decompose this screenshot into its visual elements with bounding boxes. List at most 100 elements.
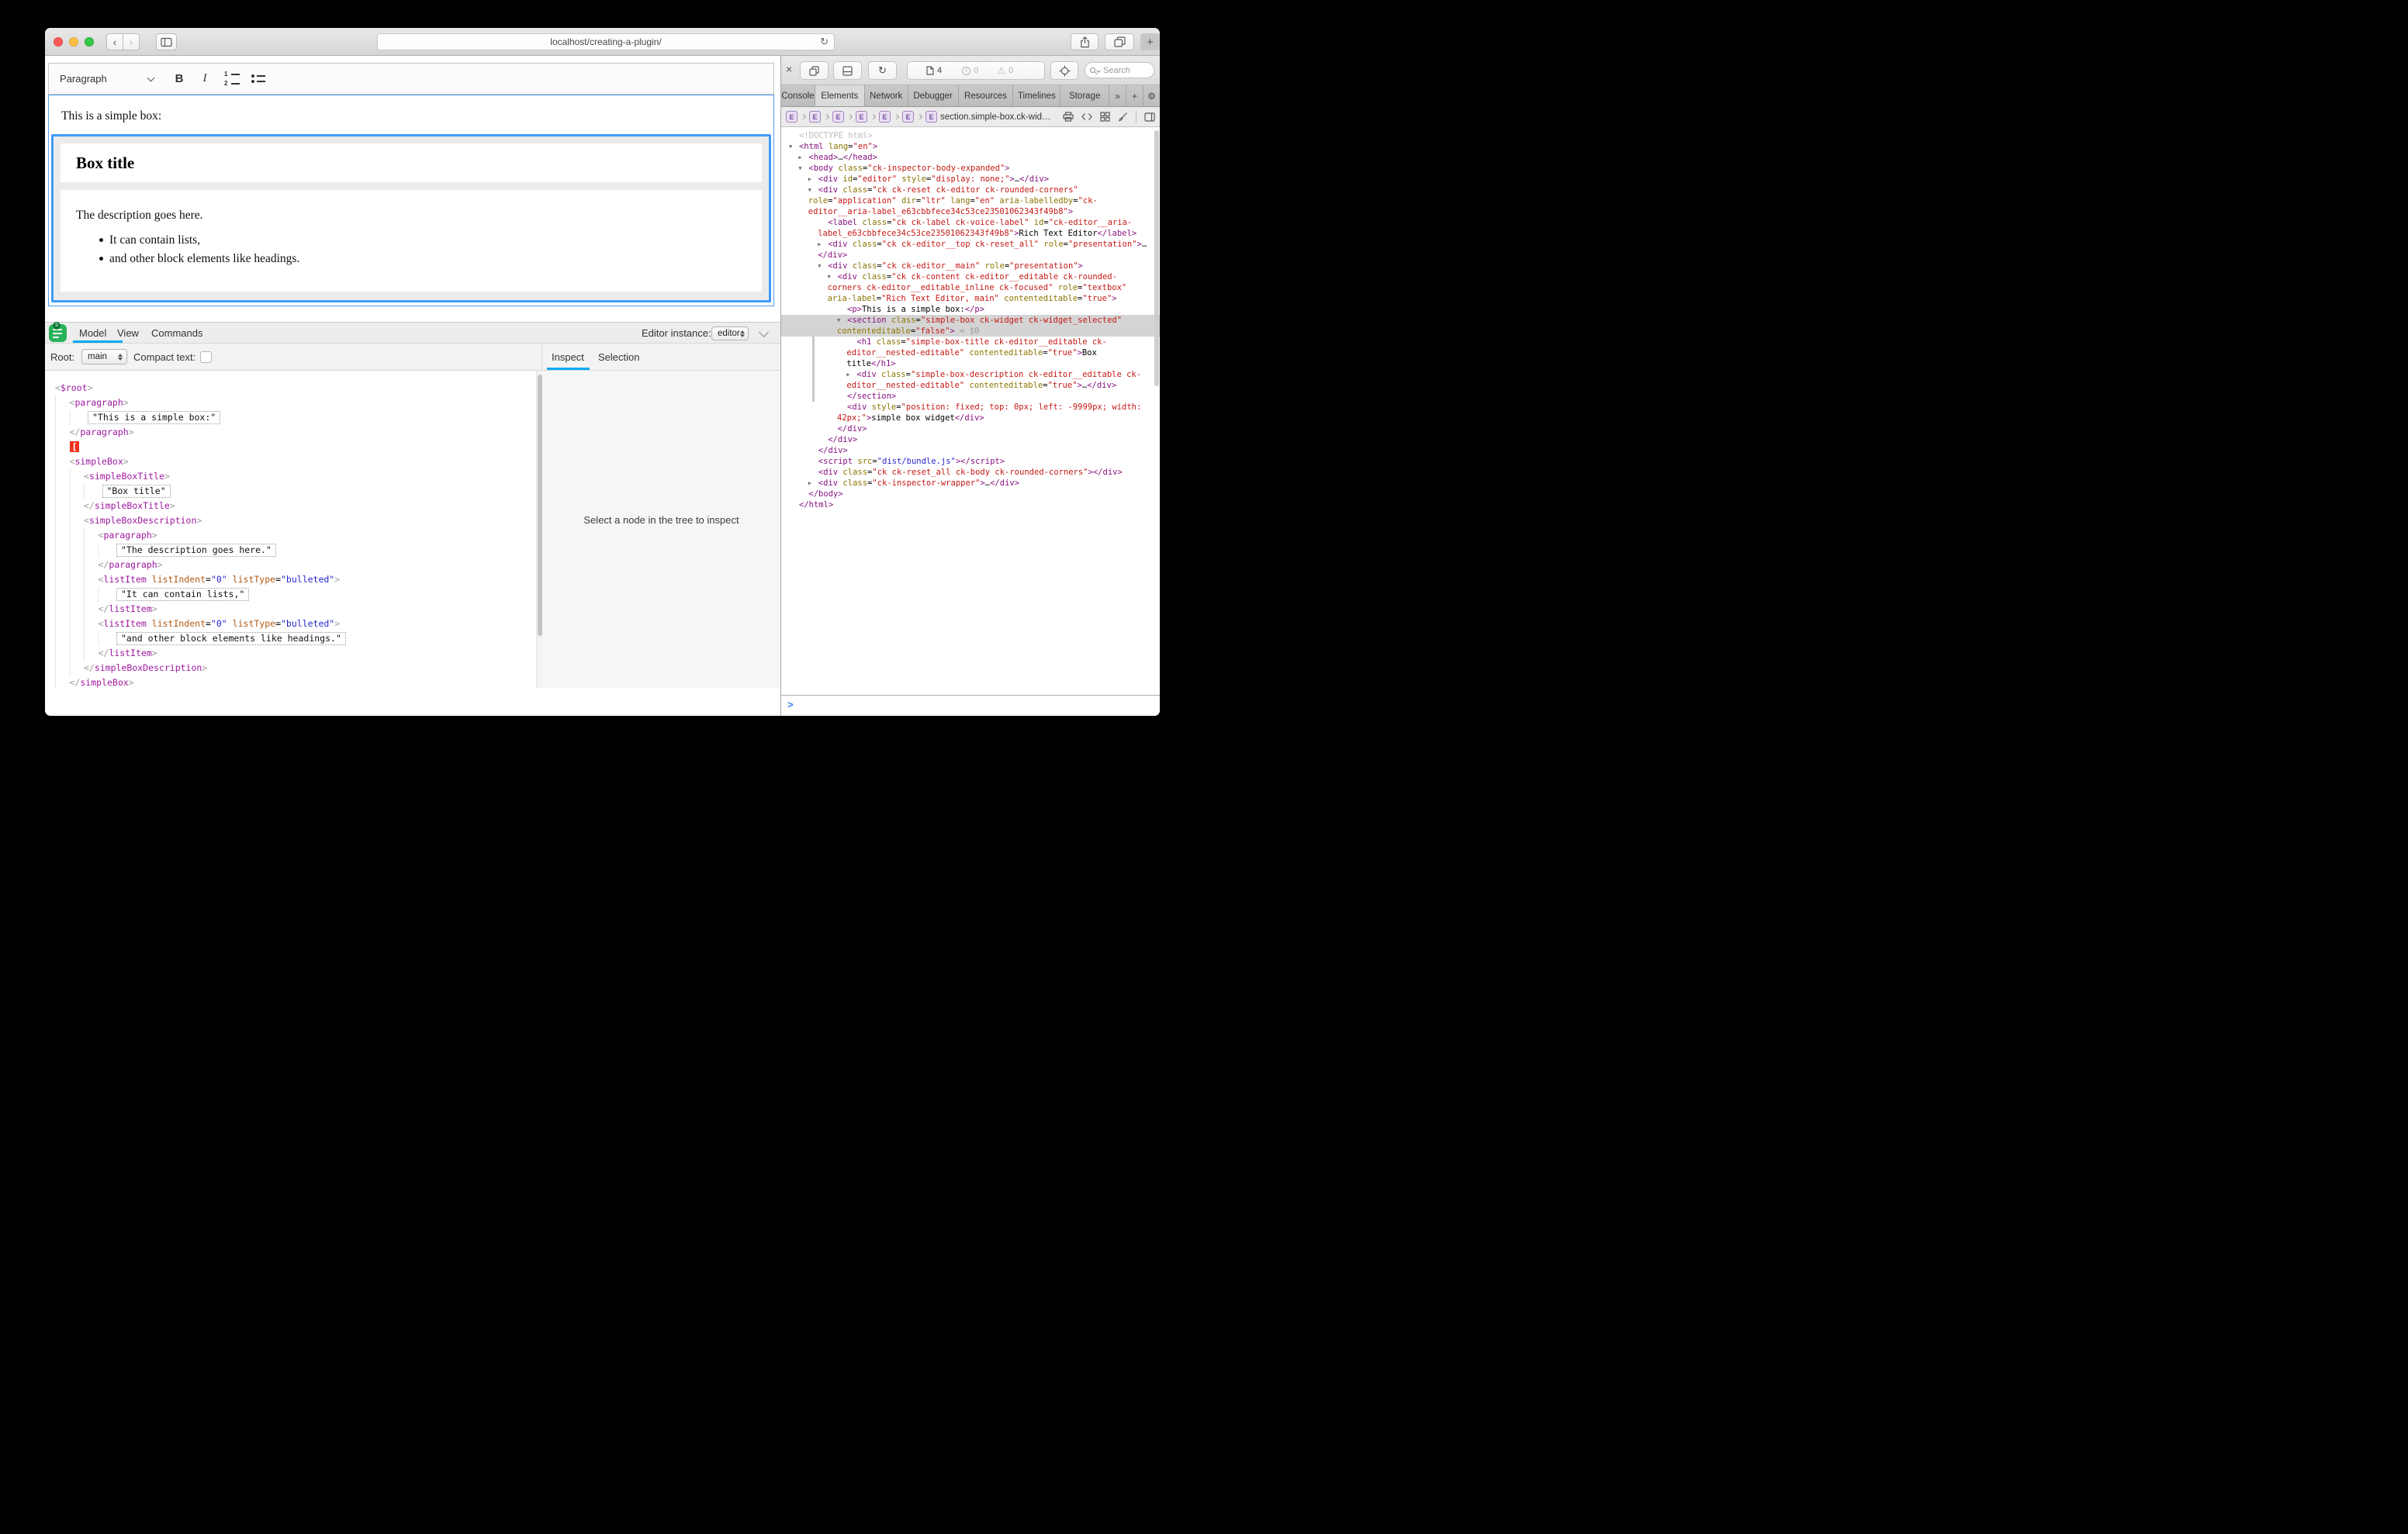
model-tree-row[interactable]: </paragraph> bbox=[45, 425, 536, 440]
grid-icon[interactable] bbox=[1100, 112, 1110, 122]
dom-tree-row[interactable]: ▼<body class="ck-inspector-body-expanded… bbox=[781, 163, 1160, 174]
model-tree-row[interactable]: </listItem> bbox=[45, 646, 536, 661]
list-item[interactable]: and other block elements like headings. bbox=[109, 252, 299, 266]
dom-tree-row[interactable]: </section> bbox=[781, 391, 1160, 402]
forward-button[interactable]: › bbox=[123, 33, 140, 50]
expanded-arrow-icon[interactable]: ▼ bbox=[798, 163, 808, 174]
numbered-list-button[interactable]: 1 2 bbox=[220, 64, 244, 94]
breadcrumb-element-badge[interactable]: E bbox=[809, 111, 821, 123]
tab-overview-button[interactable] bbox=[1105, 33, 1134, 50]
model-tree-row[interactable]: </simpleBox> bbox=[45, 675, 536, 688]
settings-button[interactable]: ⚙ bbox=[1143, 85, 1160, 106]
tab-elements[interactable]: Elements bbox=[815, 85, 865, 106]
simple-box-title-area[interactable]: Box title bbox=[61, 143, 762, 182]
dom-tree-row[interactable]: <div style="position: fixed; top: 0px; l… bbox=[781, 402, 1160, 423]
expanded-arrow-icon[interactable]: ▼ bbox=[818, 261, 828, 271]
simple-box-description-area[interactable]: The description goes here. It can contai… bbox=[61, 190, 762, 292]
expanded-arrow-icon[interactable]: ▼ bbox=[808, 185, 818, 195]
root-select[interactable]: main bbox=[81, 349, 127, 364]
model-tree-row[interactable]: </listItem> bbox=[45, 602, 536, 617]
tab-timelines[interactable]: Timelines bbox=[1013, 85, 1060, 106]
collapsed-arrow-icon[interactable]: ▶ bbox=[808, 478, 818, 489]
minimize-window-button[interactable] bbox=[69, 37, 78, 47]
model-tree-row[interactable]: <paragraph> bbox=[45, 528, 536, 543]
sidebar-toggle-button[interactable] bbox=[156, 33, 177, 50]
dom-tree-row[interactable]: ▶<div class="simple-box-description ck-e… bbox=[781, 369, 1160, 391]
detach-devtools-button[interactable] bbox=[800, 61, 829, 80]
description-paragraph[interactable]: The description goes here. bbox=[76, 209, 203, 223]
dom-tree-row[interactable]: </html> bbox=[781, 499, 1160, 510]
model-tree-scrollbar[interactable] bbox=[536, 371, 542, 688]
expanded-arrow-icon[interactable]: ▼ bbox=[828, 271, 838, 282]
compact-text-checkbox[interactable] bbox=[200, 351, 212, 363]
devtools-search-input[interactable]: Search bbox=[1085, 62, 1154, 78]
model-tree-row[interactable]: <simpleBoxDescription> bbox=[45, 513, 536, 528]
model-tree-row[interactable]: </simpleBoxDescription> bbox=[45, 661, 536, 675]
dom-tree-row[interactable]: ▼<html lang="en"> bbox=[781, 141, 1160, 152]
element-picker-button[interactable] bbox=[1050, 61, 1078, 80]
model-tree-row[interactable]: <simpleBox> bbox=[45, 454, 536, 469]
editor-instance-select[interactable]: editor bbox=[711, 326, 749, 340]
back-button[interactable]: ‹ bbox=[106, 33, 123, 50]
model-tree-row[interactable]: </paragraph> bbox=[45, 558, 536, 572]
tab-view[interactable]: View bbox=[117, 323, 139, 343]
dom-tree-row[interactable]: ▼<div class="ck ck-reset ck-editor ck-ro… bbox=[781, 185, 1160, 217]
more-tabs-button[interactable]: » bbox=[1109, 85, 1126, 106]
dom-tree-row[interactable]: <p>This is a simple box:</p> bbox=[781, 304, 1160, 315]
breadcrumb-current-label[interactable]: section.simple-box.ck-wid… bbox=[940, 112, 1051, 122]
model-tree-row[interactable]: <$root> bbox=[45, 381, 536, 396]
bulleted-list-button[interactable] bbox=[247, 64, 270, 94]
dom-tree-row[interactable]: ▶<head>…</head> bbox=[781, 152, 1160, 163]
model-tree-row[interactable]: "The description goes here." bbox=[45, 543, 536, 558]
dom-tree-row[interactable]: ▶<div class="ck-inspector-wrapper">…</di… bbox=[781, 478, 1160, 489]
tab-resources[interactable]: Resources bbox=[959, 85, 1014, 106]
dom-tree-row[interactable]: <h1 class="simple-box-title ck-editor__e… bbox=[781, 337, 1160, 369]
collapse-inspector-icon[interactable] bbox=[759, 327, 769, 337]
tab-commands[interactable]: Commands bbox=[151, 323, 202, 343]
collapsed-arrow-icon[interactable]: ▶ bbox=[808, 174, 818, 185]
collapsed-arrow-icon[interactable]: ▶ bbox=[818, 239, 828, 250]
expanded-arrow-icon[interactable]: ▼ bbox=[789, 141, 799, 152]
intro-paragraph[interactable]: This is a simple box: bbox=[61, 109, 161, 123]
model-tree-row[interactable]: "It can contain lists," bbox=[45, 587, 536, 602]
dom-tree-row[interactable]: ▶<div class="ck ck-editor__top ck-reset_… bbox=[781, 239, 1160, 261]
reload-icon[interactable]: ↻ bbox=[820, 36, 829, 48]
rich-text-editable[interactable]: This is a simple box: Box title The desc… bbox=[48, 95, 774, 306]
url-field[interactable]: localhost/creating-a-plugin/ ↻ bbox=[377, 33, 835, 50]
expanded-arrow-icon[interactable]: ▼ bbox=[837, 315, 847, 326]
dom-tree-row[interactable]: </div> bbox=[781, 445, 1160, 456]
dom-tree-scrollbar[interactable] bbox=[1154, 130, 1159, 386]
breadcrumb-element-badge[interactable]: E bbox=[879, 111, 891, 123]
dom-tree-row[interactable]: ▼<section class="simple-box ck-widget ck… bbox=[781, 315, 1160, 337]
paragraph-dropdown[interactable]: Paragraph bbox=[60, 64, 107, 94]
model-tree-row[interactable]: [ bbox=[45, 440, 536, 454]
source-code-icon[interactable] bbox=[1081, 112, 1092, 121]
model-tree-row[interactable]: <listItem listIndent="0" listType="bulle… bbox=[45, 617, 536, 631]
tab-debugger[interactable]: Debugger bbox=[908, 85, 959, 106]
model-tree-row[interactable]: "This is a simple box:" bbox=[45, 410, 536, 425]
devtools-reload-button[interactable]: ↻ bbox=[868, 61, 897, 80]
dom-tree-row[interactable]: <!DOCTYPE html> bbox=[781, 130, 1160, 141]
collapsed-arrow-icon[interactable]: ▶ bbox=[798, 152, 808, 163]
model-tree-row[interactable]: <paragraph> bbox=[45, 396, 536, 410]
bold-button[interactable]: B bbox=[169, 64, 189, 94]
breadcrumb-element-badge[interactable]: E bbox=[786, 111, 797, 123]
tab-network[interactable]: Network bbox=[865, 85, 908, 106]
quick-console[interactable]: > bbox=[781, 695, 1160, 716]
dom-tree-row[interactable]: ▶<div id="editor" style="display: none;"… bbox=[781, 174, 1160, 185]
breadcrumb-element-badge[interactable]: E bbox=[856, 111, 867, 123]
new-tab-button[interactable]: + bbox=[1140, 33, 1160, 50]
tab-console[interactable]: Console bbox=[781, 85, 815, 106]
breadcrumb-element-badge[interactable]: E bbox=[902, 111, 914, 123]
tab-inspect[interactable]: Inspect bbox=[552, 344, 584, 370]
dom-tree-row[interactable]: <div class="ck ck-reset_all ck-body ck-r… bbox=[781, 467, 1160, 478]
details-sidebar-icon[interactable] bbox=[1144, 112, 1155, 122]
chevron-down-icon[interactable] bbox=[147, 74, 155, 82]
box-title[interactable]: Box title bbox=[76, 143, 134, 182]
dom-tree-row[interactable]: </body> bbox=[781, 489, 1160, 499]
dom-tree-row[interactable]: </div> bbox=[781, 434, 1160, 445]
dock-bottom-button[interactable] bbox=[833, 61, 862, 80]
new-devtools-tab-button[interactable]: + bbox=[1126, 85, 1143, 106]
dom-tree-row[interactable]: </div> bbox=[781, 423, 1160, 434]
tab-storage[interactable]: Storage bbox=[1060, 85, 1109, 106]
